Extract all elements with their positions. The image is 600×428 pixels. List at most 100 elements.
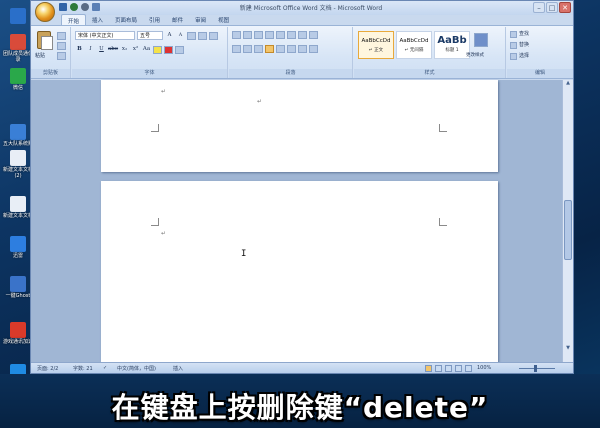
styles-group-label: 样式 — [354, 69, 505, 78]
zoom-level[interactable]: 100% — [477, 365, 491, 371]
line-spacing-icon[interactable] — [287, 45, 296, 53]
scroll-up-icon[interactable]: ▲ — [563, 80, 573, 88]
font-size-combo[interactable]: 五号 — [137, 31, 163, 40]
minimize-button[interactable]: – — [533, 2, 545, 13]
insert-mode[interactable]: 插入 — [173, 365, 183, 372]
style-sample: AaBbCcDd — [399, 38, 429, 44]
customize-qat-icon[interactable] — [92, 3, 100, 11]
paste-icon[interactable] — [37, 31, 53, 50]
superscript-button[interactable]: x² — [131, 45, 140, 54]
office-button[interactable] — [35, 2, 55, 22]
replace-button[interactable]: 替换 — [519, 41, 529, 50]
paragraph-mark: ↵ — [161, 230, 167, 237]
editing-group-label: 编辑 — [507, 69, 573, 78]
justify-icon[interactable] — [265, 45, 274, 53]
find-icon[interactable] — [510, 31, 517, 38]
select-button[interactable]: 选择 — [519, 52, 529, 61]
select-icon[interactable] — [510, 53, 517, 60]
shading-icon[interactable] — [298, 45, 307, 53]
chinese-layout-icon[interactable] — [287, 31, 296, 39]
decrease-indent-icon[interactable] — [265, 31, 274, 39]
paragraph-group: 段落 — [229, 27, 353, 78]
bullets-icon[interactable] — [232, 31, 241, 39]
font-color-icon[interactable] — [164, 45, 174, 54]
scroll-down-icon[interactable]: ▼ — [563, 345, 573, 353]
document-area[interactable]: ↵ ↵ ↵ I — [31, 80, 564, 363]
language-status[interactable]: 中文(简体，中国) — [117, 365, 156, 372]
desktop-app-icon — [10, 150, 26, 166]
paste-button[interactable]: 粘贴 — [35, 52, 45, 61]
desktop-app-icon — [10, 34, 26, 50]
find-button[interactable]: 查找 — [519, 30, 529, 39]
show-marks-icon[interactable] — [309, 31, 318, 39]
numbering-icon[interactable] — [243, 31, 252, 39]
copy-icon[interactable] — [57, 42, 66, 50]
outline-view-icon[interactable] — [455, 365, 462, 372]
align-right-icon[interactable] — [254, 45, 263, 53]
change-styles-button[interactable]: 更改样式 — [466, 51, 484, 60]
increase-indent-icon[interactable] — [276, 31, 285, 39]
char-border-icon[interactable] — [209, 31, 218, 40]
clear-format-icon[interactable] — [187, 31, 196, 40]
char-shading-icon[interactable] — [175, 45, 185, 54]
distributed-icon[interactable] — [276, 45, 285, 53]
shrink-font-button[interactable]: A — [176, 31, 185, 40]
underline-button[interactable]: U — [97, 45, 106, 54]
style-sample: AaBbCcDd — [361, 38, 391, 44]
font-group-label: 字体 — [72, 69, 227, 78]
scroll-thumb[interactable] — [564, 200, 572, 260]
zoom-slider[interactable] — [519, 368, 555, 369]
save-icon[interactable] — [59, 3, 67, 11]
format-painter-icon[interactable] — [57, 52, 66, 60]
style-gallery-item[interactable]: AaBbCcDd ↵ 正文 — [358, 31, 394, 59]
proofing-icon[interactable]: ✓ — [103, 365, 107, 371]
page-2[interactable]: ↵ I — [101, 181, 498, 363]
web-layout-icon[interactable] — [445, 365, 452, 372]
paragraph-mark: ↵ — [161, 88, 167, 95]
instruction-caption: 在键盘上按删除键“delete” — [111, 391, 489, 424]
undo-icon[interactable] — [70, 3, 78, 11]
page-1[interactable]: ↵ ↵ — [101, 80, 498, 172]
grow-font-button[interactable]: A — [165, 31, 174, 40]
replace-icon[interactable] — [510, 42, 517, 49]
maximize-button[interactable]: □ — [546, 2, 558, 13]
italic-button[interactable]: I — [86, 45, 95, 54]
word-count[interactable]: 字数: 21 — [73, 365, 93, 372]
font-name-combo[interactable]: 宋体 (中文正文) — [75, 31, 135, 40]
cut-icon[interactable] — [57, 32, 66, 40]
strikethrough-button[interactable]: abe — [108, 45, 118, 54]
editing-group: 查找 替换 选择 编辑 — [507, 27, 573, 78]
status-bar: 页面: 2/2 字数: 21 ✓ 中文(简体，中国) 插入 100% — [31, 362, 573, 373]
full-screen-reading-icon[interactable] — [435, 365, 442, 372]
paragraph-group-label: 段落 — [229, 69, 352, 78]
crop-mark — [439, 218, 447, 226]
window-controls: – □ ✕ — [533, 2, 571, 13]
highlight-icon[interactable] — [153, 45, 163, 54]
desktop-app-icon — [10, 276, 26, 292]
quick-access-toolbar — [59, 3, 100, 13]
print-layout-icon[interactable] — [425, 365, 432, 372]
zoom-slider-thumb[interactable] — [534, 365, 537, 372]
draft-view-icon[interactable] — [465, 365, 472, 372]
style-gallery-item[interactable]: AaBb 标题 1 — [434, 31, 470, 59]
crop-mark — [151, 124, 159, 132]
align-center-icon[interactable] — [243, 45, 252, 53]
redo-icon[interactable] — [81, 3, 89, 11]
styles-group: AaBbCcDd ↵ 正文 AaBbCcDd ↵ 无间隔 AaBb 标题 1 更改样式 样… — [354, 27, 506, 78]
change-case-button[interactable]: Aa — [142, 45, 151, 54]
style-sample: AaBb — [437, 35, 467, 46]
bold-button[interactable]: B — [75, 45, 84, 54]
phonetic-icon[interactable] — [198, 31, 207, 40]
close-button[interactable]: ✕ — [559, 2, 571, 13]
style-name: ↵ 正文 — [368, 48, 384, 53]
style-gallery-item[interactable]: AaBbCcDd ↵ 无间隔 — [396, 31, 432, 59]
page-count[interactable]: 页面: 2/2 — [37, 365, 58, 372]
multilevel-list-icon[interactable] — [254, 31, 263, 39]
borders-icon[interactable] — [309, 45, 318, 53]
subscript-button[interactable]: x₂ — [120, 45, 129, 54]
text-cursor-icon: I — [241, 249, 247, 259]
change-styles-icon[interactable] — [474, 33, 488, 47]
sort-icon[interactable] — [298, 31, 307, 39]
vertical-scrollbar[interactable]: ▲ ▼ — [562, 80, 573, 363]
align-left-icon[interactable] — [232, 45, 241, 53]
